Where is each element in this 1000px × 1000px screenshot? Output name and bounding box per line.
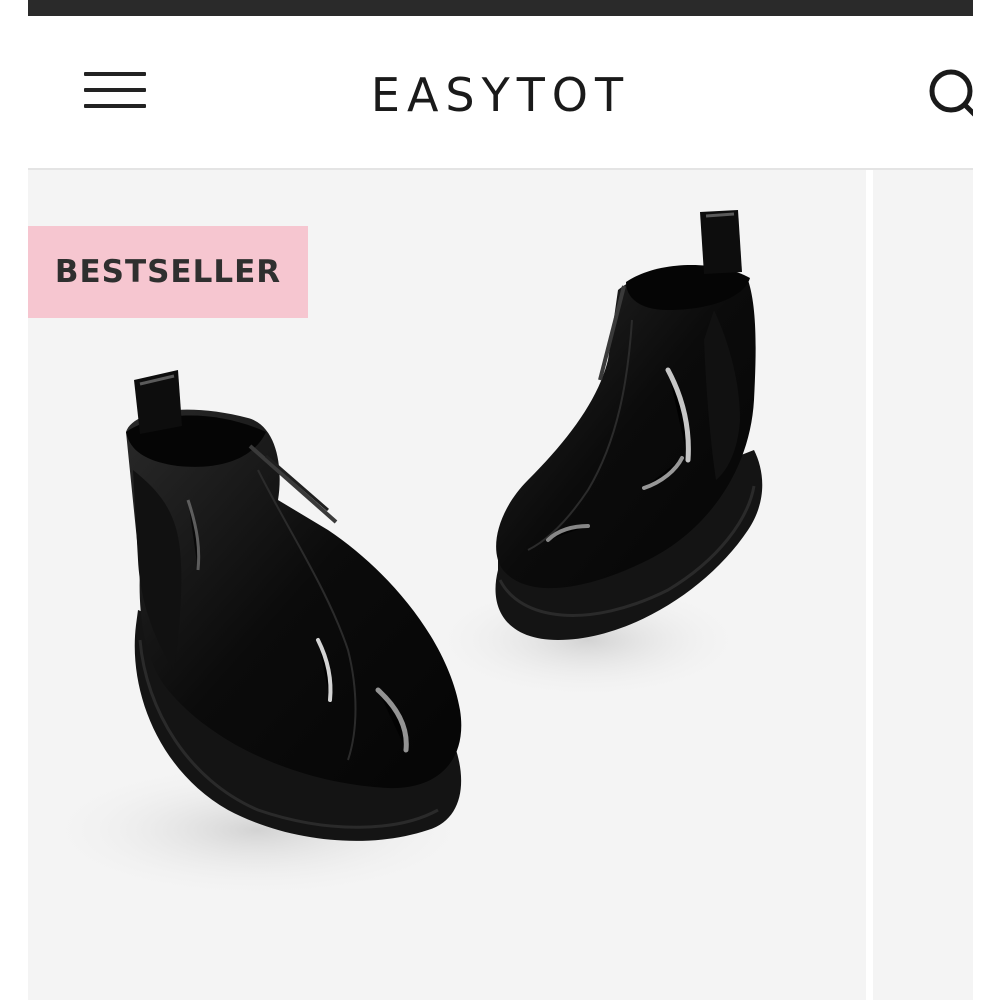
search-icon[interactable] bbox=[926, 66, 973, 126]
next-product-card[interactable] bbox=[873, 170, 973, 1000]
status-strip bbox=[28, 0, 973, 16]
app-frame: EASYTOT BESTSELLER bbox=[28, 0, 973, 1000]
site-header: EASYTOT bbox=[28, 16, 973, 170]
bestseller-badge: BESTSELLER bbox=[28, 226, 308, 318]
brand-logo[interactable]: EASYTOT bbox=[28, 68, 973, 122]
right-boot bbox=[495, 210, 763, 640]
product-card[interactable]: BESTSELLER bbox=[28, 170, 866, 1000]
